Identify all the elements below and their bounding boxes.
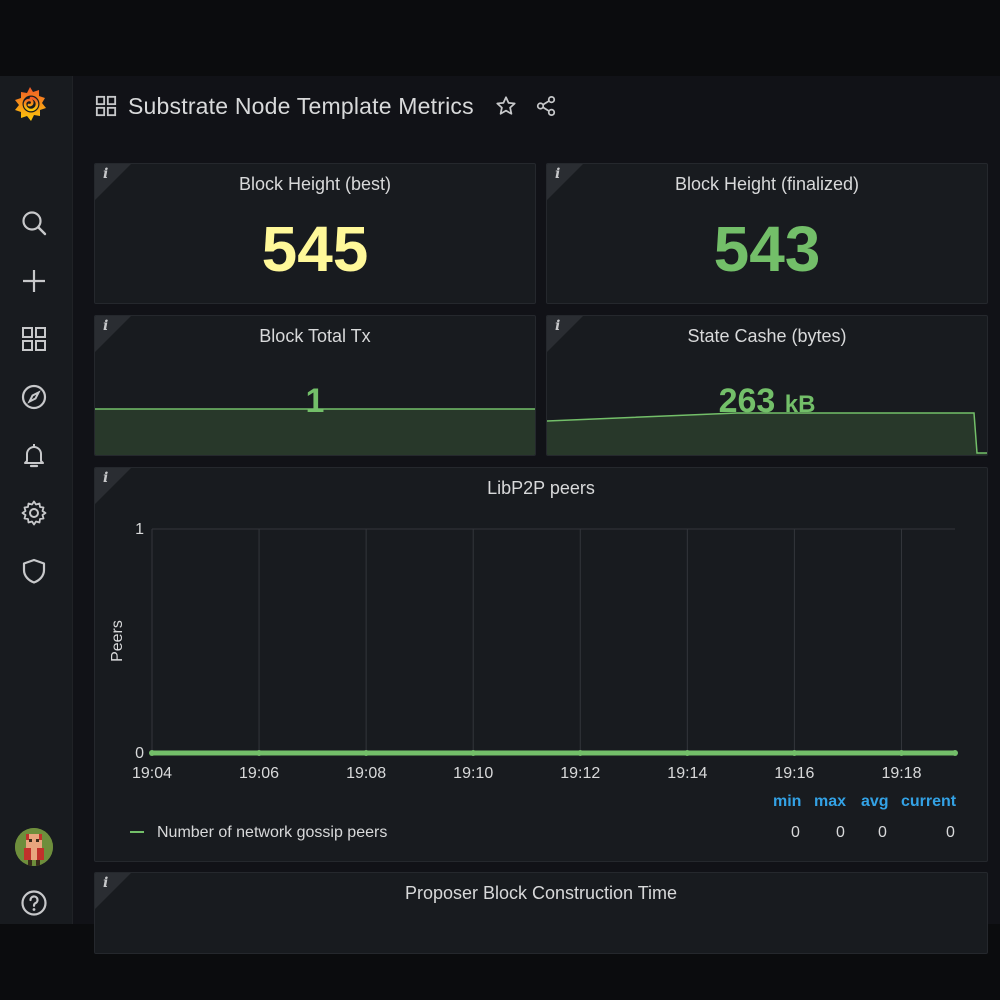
- legend-header-avg[interactable]: avg: [861, 793, 889, 811]
- panel-libp2p-peers: i LibP2P peers Peers 0 1 19:04 19:06 19:08 19:…: [94, 467, 988, 862]
- star-icon[interactable]: [494, 94, 518, 118]
- alerting-icon[interactable]: [16, 437, 52, 473]
- panel-state-cache: i State Cashe (bytes) 263 kB: [546, 315, 988, 456]
- page-title[interactable]: Substrate Node Template Metrics: [128, 93, 474, 120]
- legend-series-label[interactable]: Number of network gossip peers: [157, 824, 387, 842]
- x-tick-label: 19:18: [881, 765, 921, 782]
- legend-value-current: 0: [946, 824, 955, 841]
- grafana-app: Substrate Node Template Metrics i Block …: [0, 76, 1000, 954]
- dashboard-grid-icon: [94, 94, 118, 118]
- panel-block-height-best: i Block Height (best) 545: [94, 163, 536, 304]
- legend-value-min: 0: [791, 824, 800, 841]
- plus-icon[interactable]: [16, 263, 52, 299]
- stat-value: 545: [261, 213, 369, 285]
- legend-header-min[interactable]: min: [773, 793, 801, 811]
- x-tick-label: 19:06: [239, 765, 279, 782]
- help-icon[interactable]: [16, 885, 52, 921]
- x-tick-label: 19:16: [774, 765, 814, 782]
- panel-title[interactable]: Block Height (finalized): [547, 174, 987, 195]
- search-icon[interactable]: [16, 205, 52, 241]
- data-point: [952, 750, 958, 756]
- x-tick-label: 19:14: [667, 765, 707, 782]
- legend-header-max[interactable]: max: [814, 793, 846, 811]
- panel-block-height-finalized: i Block Height (finalized) 543: [546, 163, 988, 304]
- data-point: [256, 750, 263, 756]
- y-tick-label: 1: [135, 521, 144, 538]
- stat-value: 543: [713, 213, 821, 285]
- stat-unit: kB: [784, 391, 816, 418]
- x-tick-label: 19:12: [560, 765, 600, 782]
- data-point: [898, 750, 905, 756]
- configuration-icon[interactable]: [16, 495, 52, 531]
- share-icon[interactable]: [534, 94, 558, 118]
- x-tick-label: 19:10: [453, 765, 493, 782]
- stat-value: 263 kB: [547, 382, 987, 421]
- sidebar: [0, 76, 73, 924]
- dashboards-icon[interactable]: [16, 321, 52, 357]
- explore-icon[interactable]: [16, 379, 52, 415]
- legend-value-max: 0: [836, 824, 845, 841]
- panel-title[interactable]: Proposer Block Construction Time: [95, 883, 987, 904]
- data-point: [577, 750, 584, 756]
- legend-header-current[interactable]: current: [901, 793, 956, 811]
- legend-value-avg: 0: [878, 824, 887, 841]
- panel-title[interactable]: LibP2P peers: [95, 478, 987, 499]
- data-point: [684, 750, 691, 756]
- panel-proposer-block-construction-time: i Proposer Block Construction Time: [94, 872, 988, 954]
- graph-plot[interactable]: Peers 0 1 19:04 19:06 19:08 19:10 19:12 19:14 19:…: [95, 508, 987, 828]
- y-axis-label: Peers: [109, 620, 126, 662]
- dashboard-header: Substrate Node Template Metrics: [94, 86, 574, 126]
- avatar[interactable]: [15, 828, 53, 866]
- x-tick-label: 19:08: [346, 765, 386, 782]
- shield-icon[interactable]: [16, 553, 52, 589]
- grafana-logo-icon[interactable]: [10, 84, 50, 124]
- panel-block-total-tx: i Block Total Tx 1: [94, 315, 536, 456]
- y-tick-label: 0: [135, 745, 144, 762]
- data-point: [791, 750, 798, 756]
- data-point: [149, 750, 155, 756]
- data-point: [470, 750, 477, 756]
- stat-number: 263: [718, 382, 776, 420]
- data-point: [363, 750, 370, 756]
- x-tick-label: 19:04: [132, 765, 172, 782]
- stat-value: 1: [305, 382, 325, 420]
- panel-title[interactable]: Block Height (best): [95, 174, 535, 195]
- legend-series-color[interactable]: [130, 831, 144, 833]
